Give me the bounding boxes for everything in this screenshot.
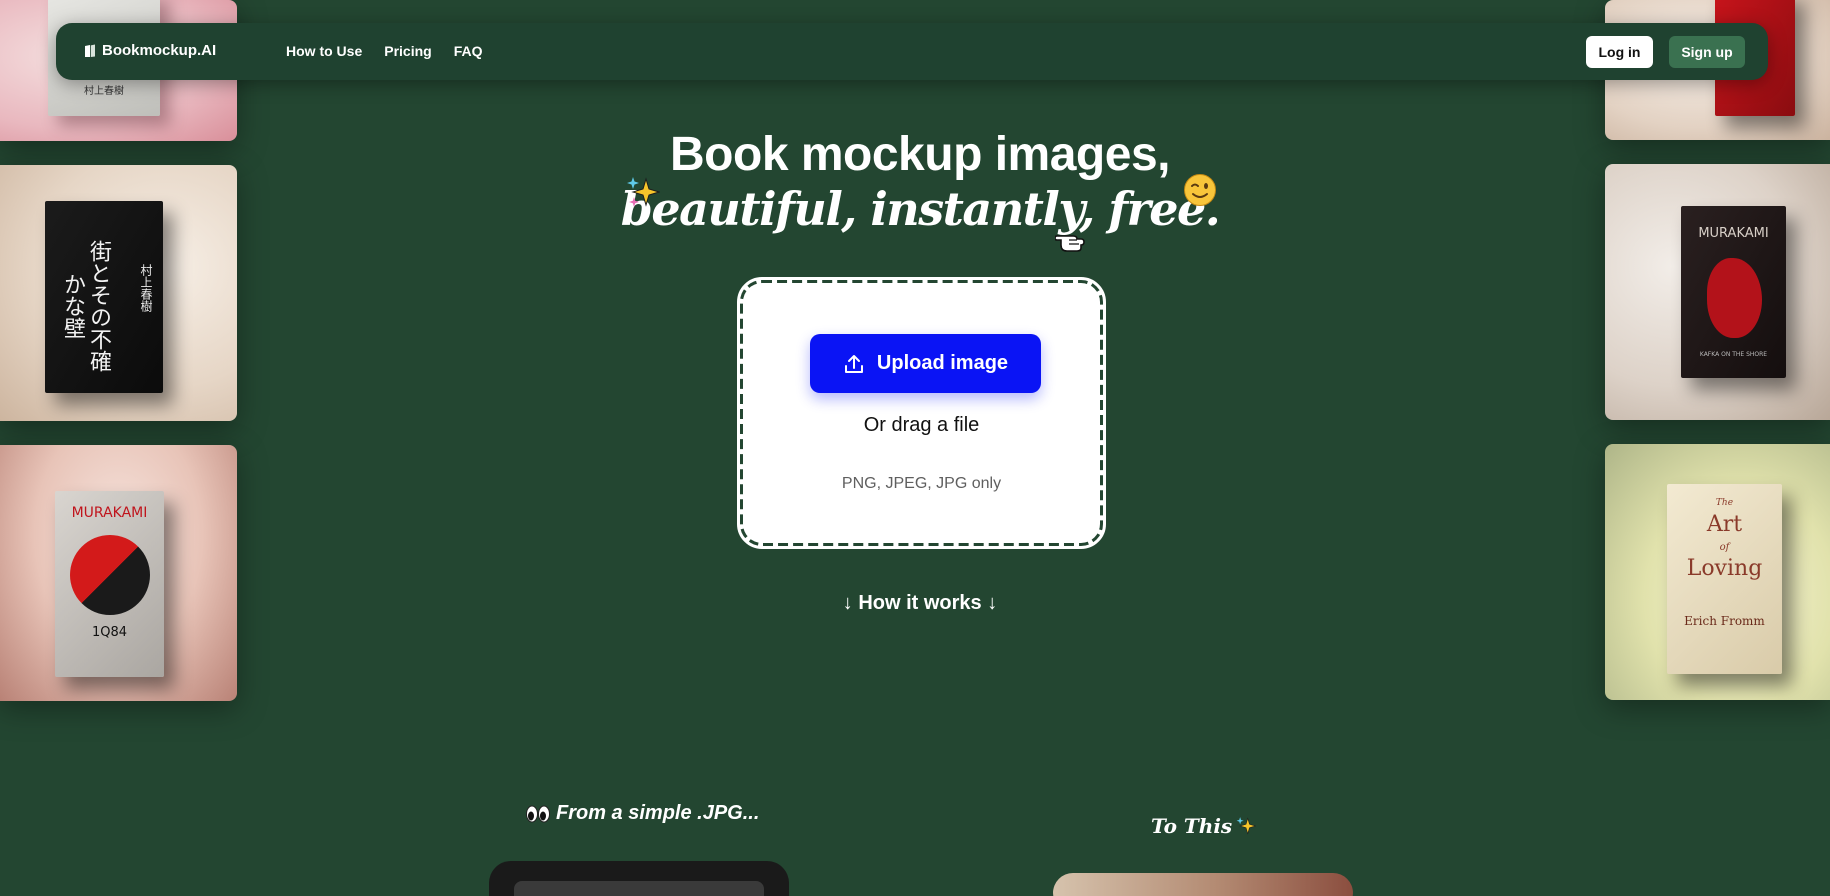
nav-link-pricing[interactable]: Pricing bbox=[384, 43, 431, 59]
wink-emoji bbox=[1184, 174, 1216, 206]
example-input-preview bbox=[489, 861, 789, 896]
nav-links: How to Use Pricing FAQ bbox=[286, 43, 482, 59]
drag-file-text: Or drag a file bbox=[863, 414, 980, 436]
book-title: KAFKA ON THE SHORE bbox=[1699, 351, 1768, 358]
how-it-works-link[interactable]: ↓ How it works ↓ bbox=[0, 592, 1830, 615]
eyes-emoji bbox=[526, 805, 550, 822]
book-logo-icon bbox=[85, 44, 95, 57]
accepted-formats-text: PNG, JPEG, JPG only bbox=[841, 475, 1002, 492]
sparkles-emoji bbox=[627, 177, 660, 207]
to-label-text: To This bbox=[1151, 814, 1233, 838]
nav-link-how-to-use[interactable]: How to Use bbox=[286, 43, 362, 59]
upload-button-label: Upload image bbox=[876, 352, 1009, 374]
book-title: 街とその不確かな壁 bbox=[60, 240, 111, 372]
login-button[interactable]: Log in bbox=[1586, 36, 1653, 68]
to-this-label: To This bbox=[1151, 814, 1257, 838]
book-author: 村上春樹 bbox=[139, 264, 153, 312]
pointing-hand-emoji bbox=[1055, 235, 1085, 252]
book-title-line: The bbox=[1715, 498, 1734, 508]
from-jpg-label: From a simple .JPG... bbox=[526, 802, 759, 825]
from-label-text: From a simple .JPG... bbox=[556, 802, 760, 824]
hero-subheadline: beautiful, instantly, free. bbox=[620, 182, 1221, 236]
book-tile-right-bottom: The Art of Loving Erich Fromm bbox=[1605, 444, 1830, 700]
sparkles-emoji bbox=[1236, 817, 1257, 835]
signup-button[interactable]: Sign up bbox=[1669, 36, 1745, 68]
book-tile-left-bottom: MURAKAMI 1Q84 bbox=[0, 445, 237, 701]
book-author: Erich Fromm bbox=[1684, 614, 1765, 628]
upload-icon bbox=[844, 354, 863, 373]
upload-dropzone[interactable]: Upload image Or drag a file PNG, JPEG, J… bbox=[737, 277, 1106, 549]
book-cover-art bbox=[1707, 258, 1762, 338]
book-author: 村上春樹 bbox=[84, 86, 124, 97]
book-cover: The Art of Loving Erich Fromm bbox=[1667, 484, 1782, 674]
example-input-screen bbox=[514, 881, 764, 896]
nav-link-faq[interactable]: FAQ bbox=[454, 43, 483, 59]
book-author: MURAKAMI bbox=[71, 505, 148, 521]
logo[interactable]: Bookmockup.AI bbox=[84, 42, 216, 59]
book-cover: MURAKAMI 1Q84 bbox=[55, 491, 164, 677]
top-navigation-bar: Bookmockup.AI How to Use Pricing FAQ Log… bbox=[56, 23, 1768, 80]
upload-image-button[interactable]: Upload image bbox=[810, 334, 1041, 393]
logo-text: Bookmockup.AI bbox=[102, 42, 217, 59]
book-title-line: of bbox=[1719, 542, 1730, 553]
book-title: 1Q84 bbox=[91, 625, 128, 640]
example-output-preview bbox=[1053, 873, 1353, 896]
book-title-line: Loving bbox=[1686, 556, 1763, 581]
book-title-line: Art bbox=[1706, 512, 1743, 537]
hero-headline: Book mockup images, bbox=[670, 128, 1170, 181]
